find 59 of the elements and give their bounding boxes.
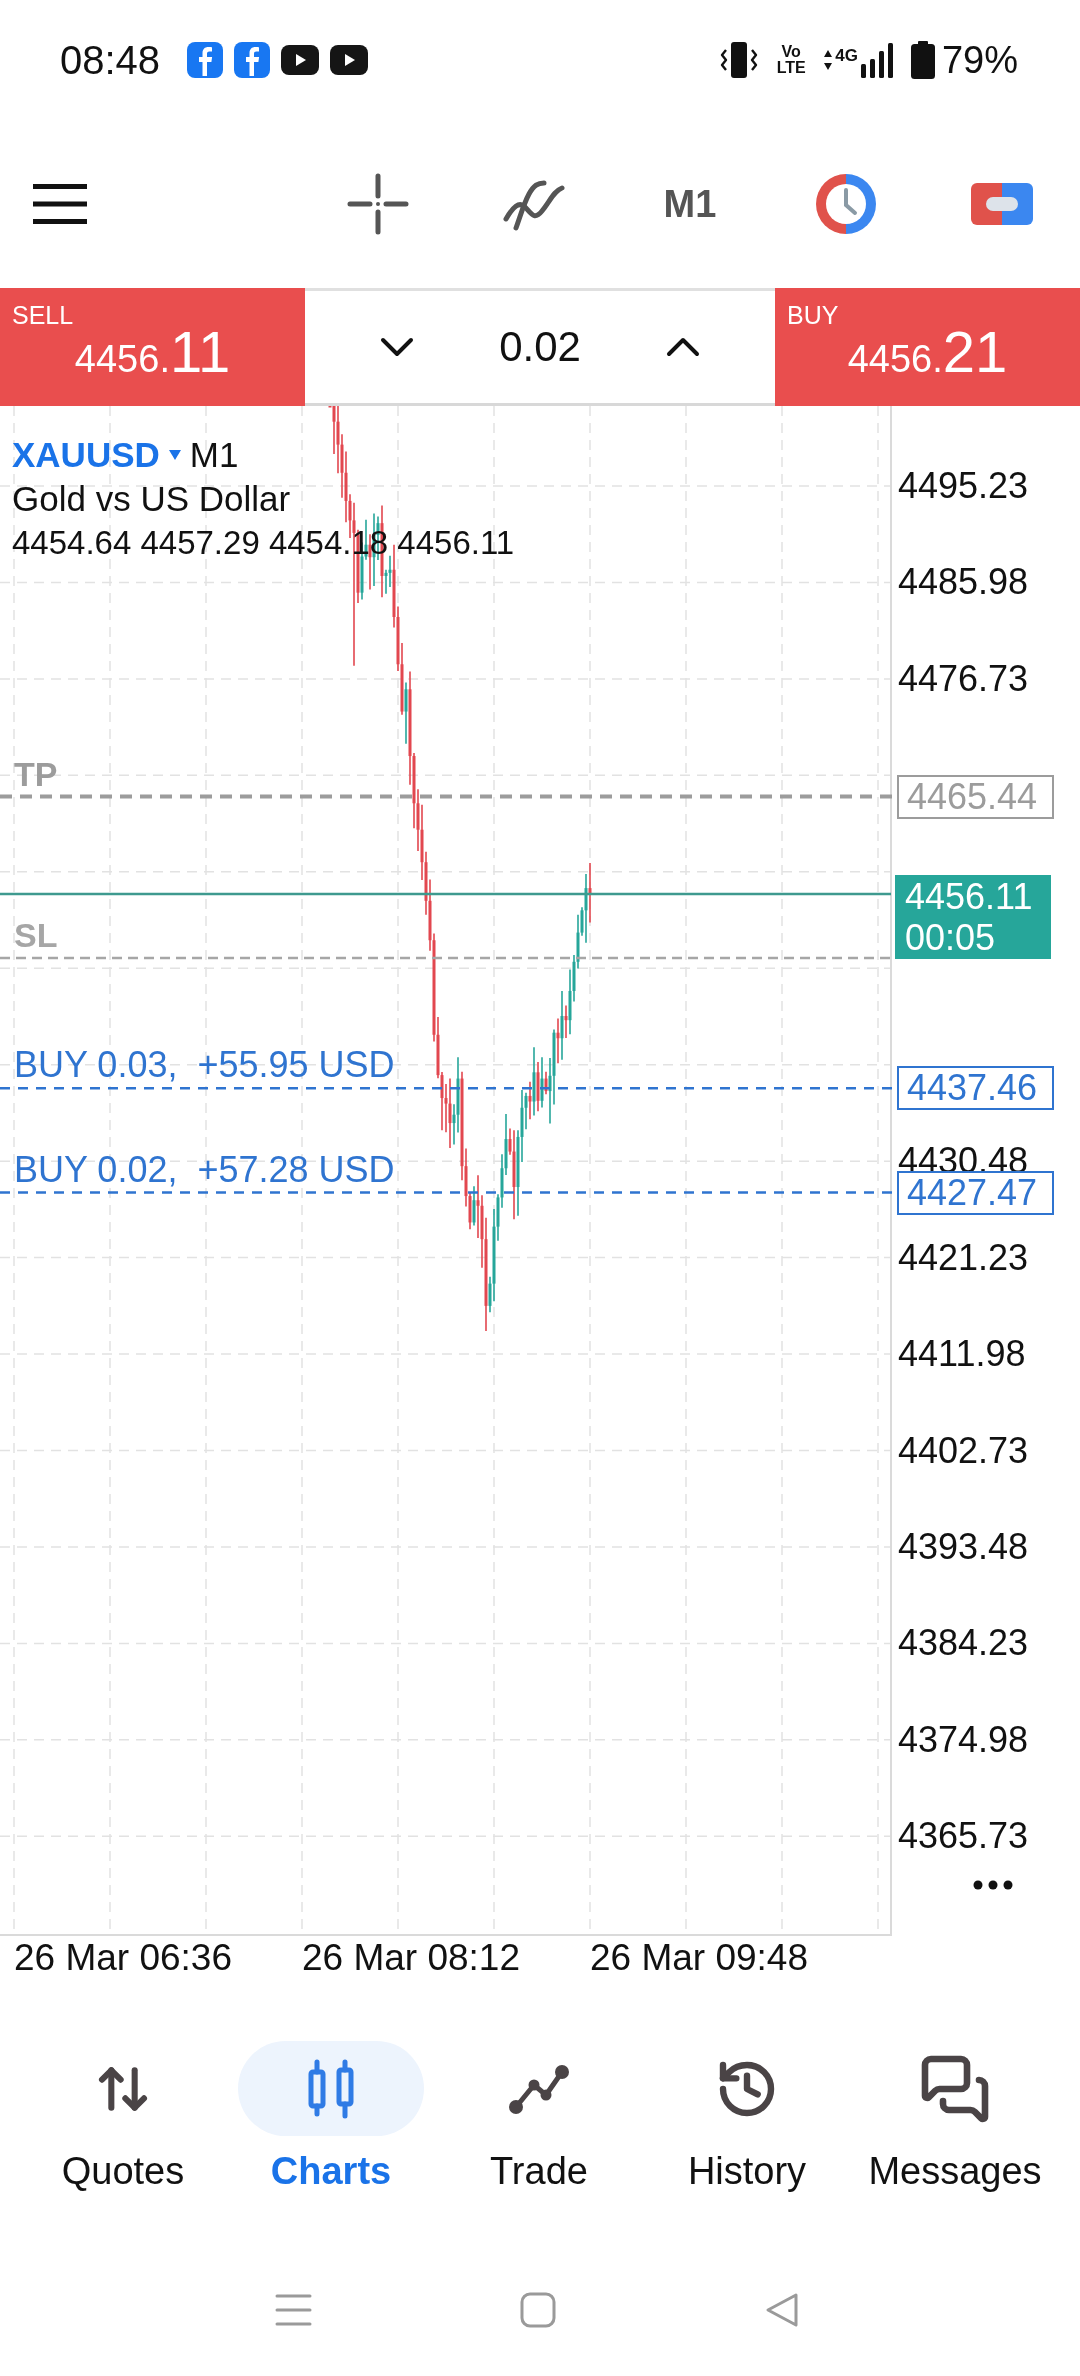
current-price: 4456.11: [905, 875, 1034, 917]
symbol-description: Gold vs US Dollar: [12, 478, 292, 520]
chevron-down-icon: [380, 337, 415, 357]
battery-icon: [909, 41, 936, 79]
price-axis-label: 4393.48: [898, 1524, 1029, 1569]
buy-order-label: BUY 0.02, +57.28 USD: [14, 1149, 395, 1190]
clock-icon: [815, 173, 877, 235]
toggle-icon: [971, 183, 1033, 225]
volte-label: Vo LTE: [775, 44, 807, 76]
price-axis-label: 4476.73: [898, 656, 1029, 701]
play-icon: [281, 45, 320, 75]
candlestick-icon: [306, 2058, 356, 2119]
battery-percent: 79%: [941, 38, 1018, 82]
line-graph-icon: [508, 2062, 570, 2115]
data-arrows-icon: [823, 49, 834, 71]
price-axis-label: 4384.23: [898, 1621, 1029, 1666]
vibrate-icon: [719, 41, 760, 79]
sell-button[interactable]: SELL 4456.11: [0, 288, 305, 406]
menu-icon: [33, 184, 87, 224]
nav-tab[interactable]: Trade: [435, 2041, 643, 2192]
signal-icon: [859, 42, 896, 78]
crosshair-icon: [347, 173, 409, 235]
network-type: 4G: [835, 46, 858, 66]
timeframe-button[interactable]: M1: [650, 164, 730, 244]
menu-button[interactable]: [33, 184, 87, 224]
price-axis-label: 4365.73: [898, 1814, 1029, 1859]
symbol-selector[interactable]: XAUUSD: [12, 435, 160, 475]
play-icon: [330, 45, 369, 75]
bar-countdown: 00:05: [905, 916, 997, 958]
price-tag: 4437.46: [897, 1066, 1054, 1111]
timeframe-label: M1: [189, 434, 239, 476]
price-axis-label: 4485.98: [898, 560, 1029, 605]
nav-tab[interactable]: History: [643, 2041, 851, 2192]
more-icon[interactable]: [973, 1880, 1013, 1890]
dropdown-caret-icon: [168, 450, 181, 460]
buy-button[interactable]: BUY 4456.21: [775, 288, 1080, 406]
price-axis-label: 4402.73: [898, 1428, 1029, 1473]
status-time: 08:48: [60, 37, 161, 83]
facebook-icon: [234, 42, 271, 78]
price-axis-label: 4374.98: [898, 1717, 1029, 1762]
back-icon[interactable]: [763, 2292, 799, 2328]
price-axis-label: 4411.98: [898, 1332, 1026, 1377]
menu-icon[interactable]: [274, 2293, 312, 2327]
price-axis-label: 4495.23: [898, 464, 1029, 508]
nav-tab[interactable]: Quotes: [19, 2041, 227, 2192]
nav-tab[interactable]: Messages: [851, 2041, 1059, 2192]
time-axis-label: 26 Mar 06:36: [14, 1936, 234, 1980]
stop-loss-label: SL: [14, 914, 58, 955]
buy-order-label: BUY 0.03, +55.95 USD: [14, 1045, 395, 1086]
volume-field[interactable]: 0.02: [499, 323, 581, 371]
nav-tab[interactable]: Charts: [227, 2041, 435, 2192]
time-axis-label: 26 Mar 08:12: [302, 1936, 522, 1980]
square-icon[interactable]: [519, 2292, 556, 2328]
price-axis-label: 4421.23: [898, 1235, 1029, 1280]
price-tag: 4465.44: [897, 774, 1054, 819]
take-profit-label: TP: [14, 753, 58, 794]
facebook-icon: [187, 42, 224, 78]
chevron-up-icon: [665, 337, 700, 357]
time-axis-label: 26 Mar 09:48: [590, 1936, 810, 1980]
